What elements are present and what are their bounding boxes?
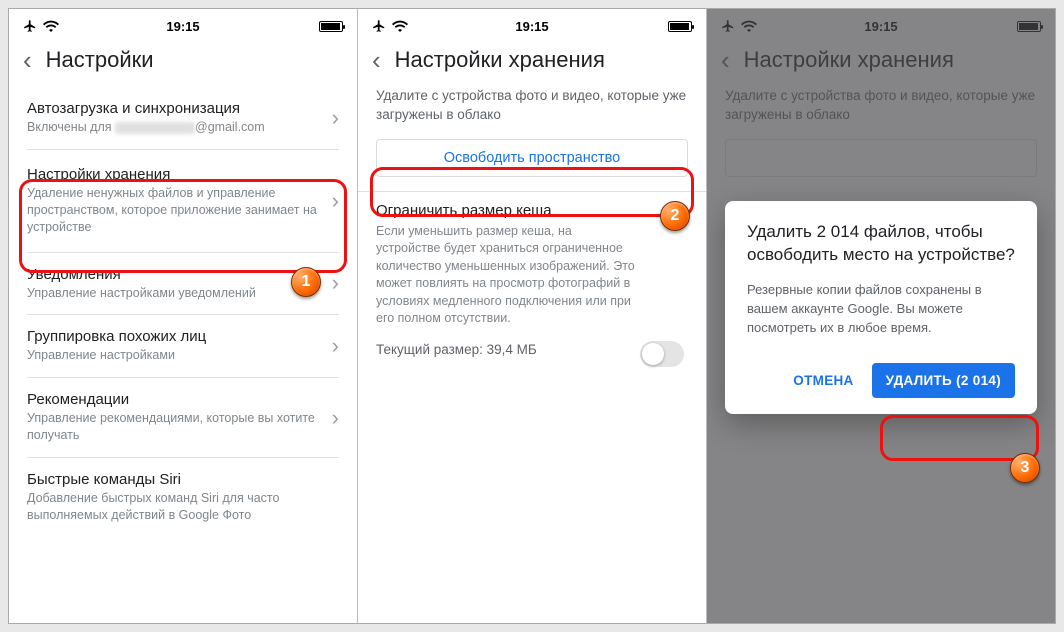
confirm-dialog: Удалить 2 014 файлов, чтобы освободить м… (725, 201, 1037, 414)
dialog-title: Удалить 2 014 файлов, чтобы освободить м… (747, 221, 1015, 267)
cache-description: Если уменьшить размер кеша, на устройств… (358, 223, 706, 336)
cache-toggle[interactable] (640, 341, 684, 367)
row-desc: Удаление ненужных файлов и управление пр… (27, 185, 322, 236)
row-desc: Включены для @gmail.com (27, 119, 322, 136)
status-time: 19:15 (358, 19, 706, 34)
cancel-button[interactable]: ОТМЕНА (783, 365, 863, 396)
chevron-right-icon: › (332, 333, 339, 359)
row-desc: Управление рекомендациями, которые вы хо… (27, 410, 322, 444)
status-time: 19:15 (9, 19, 357, 34)
screen-dialog: 19:15 ‹ Настройки хранения Удалите с уст… (707, 9, 1055, 623)
row-title: Настройки хранения (27, 166, 322, 183)
row-title: Группировка похожих лиц (27, 328, 322, 345)
row-title: Быстрые команды Siri (27, 471, 339, 488)
step-badge-3: 3 (1010, 453, 1040, 483)
row-desc: Добавление быстрых команд Siri для часто… (27, 490, 339, 524)
row-storage[interactable]: Настройки хранения Удаление ненужных фай… (9, 150, 357, 252)
page-title: Настройки хранения (395, 47, 605, 73)
row-face-grouping[interactable]: Группировка похожих лиц Управление настр… (9, 315, 357, 377)
row-title: Автозагрузка и синхронизация (27, 100, 322, 117)
row-autobackup[interactable]: Автозагрузка и синхронизация Включены дл… (9, 87, 357, 149)
chevron-right-icon: › (332, 105, 339, 131)
delete-button[interactable]: УДАЛИТЬ (2 014) (872, 363, 1015, 398)
battery-icon (319, 21, 343, 32)
header: ‹ Настройки хранения (358, 37, 706, 87)
screen-storage: 19:15 ‹ Настройки хранения Удалите с уст… (358, 9, 707, 623)
screen-settings: 19:15 ‹ Настройки Автозагрузка и синхрон… (9, 9, 358, 623)
dialog-body: Резервные копии файлов сохранены в вашем… (747, 281, 1015, 338)
status-bar: 19:15 (9, 9, 357, 37)
row-recommendations[interactable]: Рекомендации Управление рекомендациями, … (9, 378, 357, 457)
row-siri[interactable]: Быстрые команды Siri Добавление быстрых … (9, 458, 357, 537)
header: ‹ Настройки (9, 37, 357, 87)
step-badge-2: 2 (660, 201, 690, 231)
status-bar: 19:15 (358, 9, 706, 37)
chevron-right-icon: › (332, 188, 339, 214)
back-icon[interactable]: ‹ (372, 47, 381, 73)
row-desc: Управление настройками уведомлений (27, 285, 322, 302)
chevron-right-icon: › (332, 270, 339, 296)
page-title: Настройки (46, 47, 154, 73)
step-badge-1: 1 (291, 267, 321, 297)
back-icon[interactable]: ‹ (23, 47, 32, 73)
row-title: Уведомления (27, 266, 322, 283)
row-desc: Управление настройками (27, 347, 322, 364)
intro-text: Удалите с устройства фото и видео, котор… (358, 87, 706, 135)
free-space-button[interactable]: Освободить пространство (376, 139, 688, 177)
battery-icon (668, 21, 692, 32)
row-title: Рекомендации (27, 391, 322, 408)
chevron-right-icon: › (332, 405, 339, 431)
cache-title: Ограничить размер кеша (358, 192, 706, 223)
